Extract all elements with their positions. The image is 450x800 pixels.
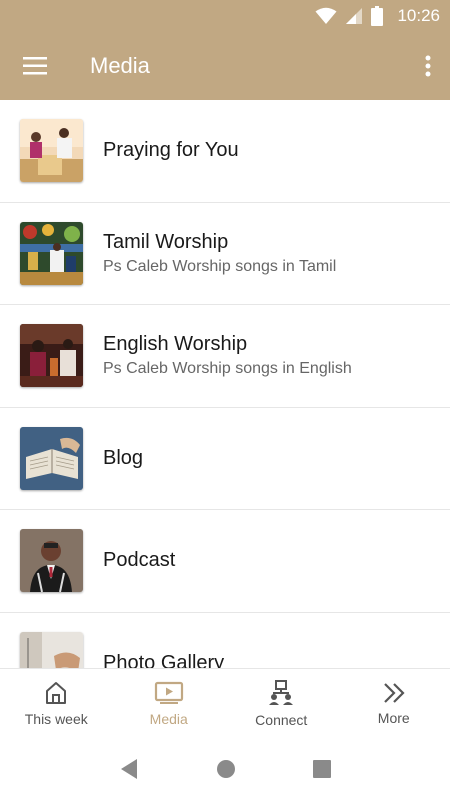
list-item-photo-gallery[interactable]: Photo Gallery	[0, 613, 450, 668]
page-title: Media	[90, 53, 150, 78]
nav-label: Connect	[255, 711, 308, 728]
item-subtitle: Ps Caleb Worship songs in English	[103, 360, 352, 378]
item-title: Photo Gallery	[103, 651, 225, 668]
nav-connect[interactable]: Connect	[225, 669, 338, 738]
item-title: Praying for You	[103, 139, 239, 162]
gallery-thumbnail	[20, 631, 83, 668]
nav-label: Media	[149, 710, 188, 727]
connect-people-icon	[269, 679, 294, 705]
nav-label: More	[377, 709, 410, 726]
item-title: Podcast	[103, 549, 176, 572]
signal-icon	[345, 7, 363, 25]
status-time: 10:26	[397, 6, 440, 25]
list-item-blog[interactable]: Blog	[0, 408, 450, 510]
app-bar: Media	[0, 32, 450, 100]
system-navigation-bar	[0, 738, 450, 800]
bible-thumbnail	[20, 426, 83, 490]
play-screen-icon	[154, 681, 183, 704]
tamil-worship-thumbnail	[20, 221, 83, 285]
home-circle-icon[interactable]	[216, 759, 236, 779]
recents-icon[interactable]	[313, 760, 332, 778]
wifi-icon	[315, 7, 337, 25]
back-icon[interactable]	[119, 758, 139, 780]
battery-icon	[371, 6, 384, 26]
list-item-praying-for-you[interactable]: Praying for You	[0, 100, 450, 203]
double-chevron-icon	[383, 682, 405, 703]
english-worship-thumbnail	[20, 324, 83, 388]
prayer-thumbnail	[20, 119, 83, 183]
menu-button[interactable]	[0, 32, 70, 100]
nav-media[interactable]: Media	[113, 669, 226, 738]
list-item-podcast[interactable]: Podcast	[0, 510, 450, 613]
list-item-tamil-worship[interactable]: Tamil Worship Ps Caleb Worship songs in …	[0, 203, 450, 305]
nav-more[interactable]: More	[338, 669, 450, 738]
item-title: Blog	[103, 446, 144, 469]
podcast-thumbnail	[20, 529, 83, 593]
nav-label: This week	[24, 710, 88, 727]
more-vert-icon	[425, 55, 431, 77]
home-icon	[46, 681, 67, 704]
media-list: Praying for You Tamil Worship Ps Caleb W…	[0, 100, 450, 668]
hamburger-menu-icon	[23, 57, 47, 75]
bottom-navigation: This week Media Connect More	[0, 668, 450, 738]
item-title: Tamil Worship	[103, 230, 229, 253]
item-subtitle: Ps Caleb Worship songs in Tamil	[103, 257, 337, 275]
list-item-english-worship[interactable]: English Worship Ps Caleb Worship songs i…	[0, 305, 450, 408]
status-bar: 10:26	[0, 0, 450, 32]
nav-this-week[interactable]: This week	[0, 669, 113, 738]
overflow-menu-button[interactable]	[406, 32, 450, 100]
item-title: English Worship	[103, 333, 248, 356]
